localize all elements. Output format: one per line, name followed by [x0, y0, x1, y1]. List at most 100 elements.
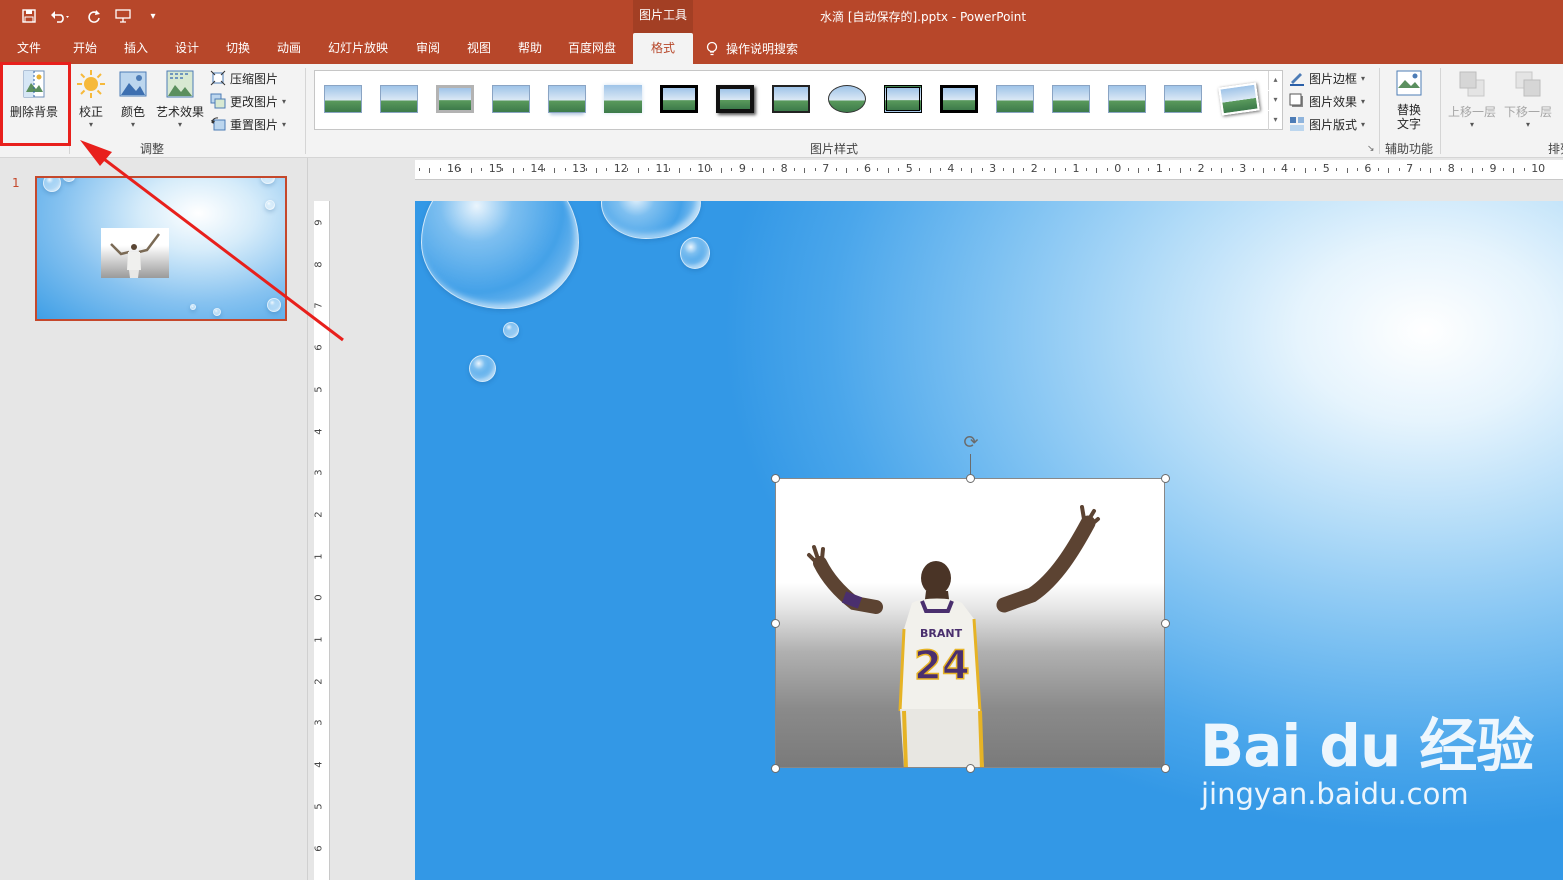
dialog-launcher-icon[interactable]: ↘	[1367, 144, 1375, 154]
tab-baidu-netdisk[interactable]: 百度网盘	[560, 33, 624, 64]
ruler-label: 0	[313, 594, 325, 601]
ruler-tick	[543, 168, 545, 171]
tab-help[interactable]: 帮助	[505, 33, 555, 64]
tab-home[interactable]: 开始	[60, 33, 110, 64]
artistic-effects-button[interactable]: 艺术效果 ▾	[154, 68, 206, 129]
ruler-tick	[429, 168, 431, 173]
picture-style-option[interactable]	[657, 81, 701, 117]
resize-handle-bottom-right[interactable]	[1161, 764, 1170, 773]
present-icon[interactable]	[112, 6, 134, 26]
ruler-label: 7	[313, 302, 325, 310]
ruler-label: 3	[313, 719, 325, 727]
reset-picture-label: 重置图片	[230, 117, 279, 132]
picture-style-option[interactable]	[825, 81, 869, 117]
resize-handle-left[interactable]	[771, 619, 780, 628]
selected-picture[interactable]: BRANT 24	[775, 478, 1165, 768]
slide-thumbnail-panel: 1	[0, 158, 308, 880]
picture-style-option[interactable]	[1105, 81, 1149, 117]
picture-effects-button[interactable]: 图片效果 ▾	[1289, 91, 1365, 111]
ruler-tick	[439, 168, 441, 171]
picture-style-option[interactable]	[601, 81, 645, 117]
ruler-tick	[1461, 168, 1463, 171]
ruler-label: 14	[530, 162, 545, 175]
tab-animations[interactable]: 动画	[264, 33, 314, 64]
ruler-label: 6	[1364, 162, 1372, 175]
chevron-down-icon: ▾	[130, 120, 135, 129]
picture-layout-button[interactable]: 图片版式 ▾	[1289, 114, 1365, 134]
ruler-label: 7	[822, 162, 830, 175]
title-bar: ▾ 图片工具 水滴 [自动保存的].pptx - PowerPoint	[0, 0, 1563, 33]
ruler-label: 11	[655, 162, 670, 175]
ruler-tick	[1044, 168, 1046, 171]
tab-insert[interactable]: 插入	[111, 33, 161, 64]
tab-format[interactable]: 格式	[633, 33, 693, 64]
picture-style-option[interactable]	[545, 81, 589, 117]
picture-style-option[interactable]	[881, 81, 925, 117]
horizontal-ruler[interactable]: 16 15 14 13 12 11 10 9 8 7 6 5 4 3 2 1 0 1 2 3 4 5 6 7 8 9 10	[415, 160, 1563, 180]
vertical-ruler[interactable]: 9 8 7 6 5 4 3 2 1 0 1 2 3 4 5 6	[314, 201, 330, 880]
gallery-scroll-down[interactable]: ▾	[1268, 91, 1282, 110]
redo-icon[interactable]	[83, 6, 105, 26]
ruler-tick	[773, 168, 775, 171]
ruler-label: 4	[313, 427, 325, 435]
slide-canvas[interactable]: ⟳ BRANT 24 Bai du 经验 jingyan.baidu.com	[415, 201, 1563, 880]
bring-forward-button[interactable]: 上移一层 ▾	[1446, 68, 1498, 129]
picture-style-option[interactable]	[993, 81, 1037, 117]
tab-design[interactable]: 设计	[162, 33, 212, 64]
ruler-tick	[1263, 168, 1265, 173]
customize-icon[interactable]: ▾	[142, 6, 164, 26]
resize-handle-top[interactable]	[966, 474, 975, 483]
ruler-tick	[1179, 168, 1181, 173]
ruler-label: 1	[313, 636, 325, 643]
tell-me-search[interactable]: 操作说明搜索	[706, 33, 798, 64]
alt-text-button[interactable]: 替换 文字	[1390, 68, 1428, 131]
send-backward-button[interactable]: 下移一层 ▾	[1502, 68, 1554, 129]
corrections-button[interactable]: 校正 ▾	[74, 68, 108, 129]
picture-effects-label: 图片效果	[1309, 94, 1358, 109]
resize-handle-right[interactable]	[1161, 619, 1170, 628]
picture-style-option[interactable]	[377, 81, 421, 117]
ruler-tick	[1012, 168, 1014, 173]
picture-style-option[interactable]	[1217, 81, 1261, 117]
highlight-box	[0, 62, 71, 146]
compress-pictures-button[interactable]: 压缩图片	[210, 68, 278, 88]
resize-handle-top-right[interactable]	[1161, 474, 1170, 483]
ruler-tick	[1398, 168, 1400, 171]
tab-review[interactable]: 审阅	[403, 33, 453, 64]
picture-style-option[interactable]	[937, 81, 981, 117]
gallery-scroll-up[interactable]: ▴	[1268, 71, 1282, 90]
picture-style-preview	[604, 85, 642, 113]
save-icon[interactable]	[18, 6, 40, 26]
send-backward-icon	[1515, 71, 1541, 97]
ruler-tick	[564, 168, 566, 171]
picture-style-option[interactable]	[769, 81, 813, 117]
ruler-tick	[522, 168, 524, 171]
ruler-label: 10	[697, 162, 712, 175]
reset-picture-button[interactable]: 重置图片 ▾	[210, 114, 286, 134]
ruler-label: 5	[1322, 162, 1330, 175]
rotate-handle[interactable]: ⟳	[960, 432, 982, 454]
resize-handle-top-left[interactable]	[771, 474, 780, 483]
picture-style-option[interactable]	[1049, 81, 1093, 117]
picture-style-option[interactable]	[713, 81, 757, 117]
change-picture-button[interactable]: 更改图片 ▾	[210, 91, 286, 111]
gallery-more[interactable]: ▾	[1268, 111, 1282, 130]
picture-border-button[interactable]: 图片边框 ▾	[1289, 68, 1365, 88]
resize-handle-bottom-left[interactable]	[771, 764, 780, 773]
picture-styles-gallery[interactable]: ▴ ▾ ▾	[314, 70, 1283, 130]
picture-style-preview	[1108, 85, 1146, 113]
resize-handle-bottom[interactable]	[966, 764, 975, 773]
picture-style-option[interactable]	[1161, 81, 1205, 117]
picture-style-option[interactable]	[433, 81, 477, 117]
tab-transitions[interactable]: 切换	[213, 33, 263, 64]
tab-file[interactable]: 文件	[4, 33, 54, 64]
picture-style-option[interactable]	[489, 81, 533, 117]
picture-style-option[interactable]	[321, 81, 365, 117]
slide-thumbnail[interactable]	[35, 176, 287, 321]
thumb-droplet	[190, 304, 196, 310]
chevron-down-icon: ▾	[1361, 96, 1366, 106]
color-button[interactable]: 颜色 ▾	[116, 68, 150, 129]
tab-slideshow[interactable]: 幻灯片放映	[318, 33, 398, 64]
undo-icon[interactable]	[46, 6, 76, 26]
tab-view[interactable]: 视图	[454, 33, 504, 64]
